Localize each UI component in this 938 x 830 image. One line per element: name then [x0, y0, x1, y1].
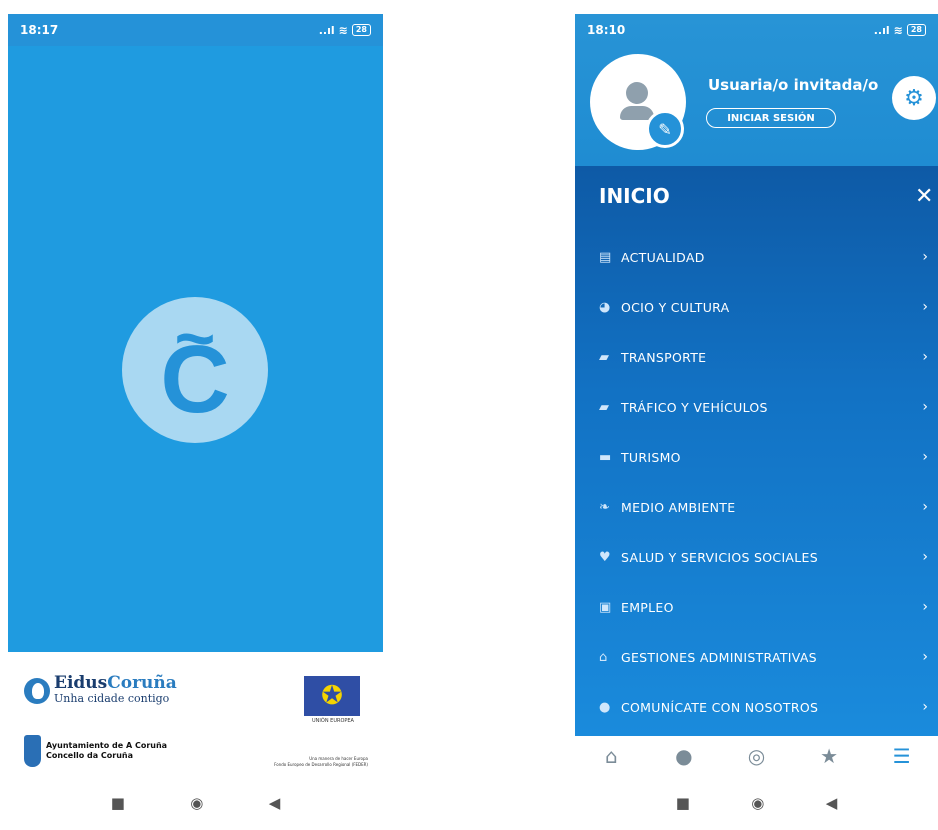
user-icon[interactable]: ● — [664, 744, 704, 768]
heart-hands-icon: ♥ — [599, 549, 611, 565]
signal-icon: ..ıl — [873, 23, 890, 37]
menu-item-label: SALUD Y SERVICIOS SOCIALES — [621, 549, 818, 565]
chevron-right-icon: › — [922, 399, 928, 415]
menu-item-label: COMUNÍCATE CON NOSOTROS — [621, 699, 819, 715]
menu-item-label: EMPLEO — [621, 599, 674, 615]
coat-of-arms-icon — [24, 735, 41, 767]
hamburger-menu-icon[interactable]: ☰ — [882, 744, 922, 768]
chat-bubble-icon: ● — [599, 699, 611, 715]
chevron-right-icon: › — [922, 299, 928, 315]
status-bar: 18:17 ..ıl ≋ 28 — [8, 14, 383, 46]
recents-icon[interactable]: ■ — [676, 794, 690, 812]
menu-title: INICIO — [599, 184, 670, 208]
recents-icon[interactable]: ■ — [111, 794, 125, 812]
star-icon[interactable]: ★ — [809, 744, 849, 768]
back-icon[interactable]: ◀ — [826, 794, 838, 812]
menu-item-label: MEDIO AMBIENTE — [621, 499, 736, 515]
chevron-right-icon: › — [922, 649, 928, 665]
menu-list: ▤ ACTUALIDAD › ◕ OCIO Y CULTURA › ▰ TRAN… — [575, 232, 938, 732]
eidus-tagline: Unha cidade contigo — [54, 692, 170, 705]
menu-item-label: TRÁFICO Y VEHÍCULOS — [621, 399, 768, 415]
status-time: 18:17 — [20, 23, 59, 37]
chevron-right-icon: › — [922, 549, 928, 565]
eu-caption: UNIÓN EUROPEA — [312, 718, 354, 724]
menu-item-label: TURISMO — [621, 449, 681, 465]
menu-item-trafico[interactable]: ▰ TRÁFICO Y VEHÍCULOS › — [575, 382, 938, 432]
status-time: 18:10 — [587, 23, 626, 37]
eu-fund-line2: Fondo Europeo de Desarrollo Regional (FE… — [274, 762, 368, 767]
login-button[interactable]: INICIAR SESIÓN — [706, 108, 836, 128]
eidus-mark-icon — [24, 678, 50, 704]
ayto-line2: Concello da Coruña — [46, 751, 134, 760]
battery-icon: 28 — [351, 24, 371, 36]
menu-item-label: TRANSPORTE — [621, 349, 707, 365]
menu-item-salud[interactable]: ♥ SALUD Y SERVICIOS SOCIALES › — [575, 532, 938, 582]
leaf-icon: ❧ — [599, 499, 610, 515]
wifi-icon: ≋ — [338, 23, 348, 37]
compass-icon[interactable]: ◎ — [736, 744, 776, 768]
chevron-right-icon: › — [922, 699, 928, 715]
gear-icon[interactable]: ⚙ — [892, 76, 936, 120]
signal-icon: ..ıl — [318, 23, 335, 37]
menu-item-comunicate[interactable]: ● COMUNÍCATE CON NOSOTROS › — [575, 682, 938, 732]
logo-letter: C — [160, 326, 230, 433]
home-circle-icon[interactable]: ◉ — [751, 794, 764, 812]
eidus-logo: EidusCoruña Unha cidade contigo — [24, 673, 177, 706]
bus-icon: ▰ — [599, 349, 609, 365]
chevron-right-icon: › — [922, 499, 928, 515]
eidus-name-b: Coruña — [107, 673, 177, 693]
status-bar: 18:10 ..ıl ≋ 28 — [575, 14, 938, 46]
sponsor-footer: EidusCoruña Unha cidade contigo ✪ UNIÓN … — [8, 652, 383, 776]
building-icon: ⌂ — [599, 649, 608, 665]
chevron-right-icon: › — [922, 249, 928, 265]
chevron-right-icon: › — [922, 449, 928, 465]
close-icon[interactable]: ✕ — [915, 184, 933, 209]
menu-item-gestiones[interactable]: ⌂ GESTIONES ADMINISTRATIVAS › — [575, 632, 938, 682]
edit-pencil-icon[interactable]: ✎ — [646, 110, 684, 148]
menu-item-medio-ambiente[interactable]: ❧ MEDIO AMBIENTE › — [575, 482, 938, 532]
menu-item-turismo[interactable]: ▬ TURISMO › — [575, 432, 938, 482]
eu-fund-text: Una manera de hacer Europa Fondo Europeo… — [258, 756, 368, 768]
side-menu: INICIO ✕ ▤ ACTUALIDAD › ◕ OCIO Y CULTURA… — [575, 166, 938, 736]
ayuntamiento-logo: Ayuntamiento de A Coruña Concello da Cor… — [24, 735, 167, 767]
menu-screen: 18:10 ..ıl ≋ 28 ✎ Usuaria/o invitada/o I… — [575, 14, 938, 776]
menu-item-label: ACTUALIDAD — [621, 249, 705, 265]
profile-header: 18:10 ..ıl ≋ 28 ✎ Usuaria/o invitada/o I… — [575, 14, 938, 166]
car-icon: ▰ — [599, 399, 609, 415]
home-icon[interactable]: ⌂ — [591, 744, 631, 768]
menu-item-ocio-cultura[interactable]: ◕ OCIO Y CULTURA › — [575, 282, 938, 332]
menu-item-actualidad[interactable]: ▤ ACTUALIDAD › — [575, 232, 938, 282]
splash-screen: 18:17 ..ıl ≋ 28 ~ C EidusCoruña Unha cid… — [8, 14, 383, 776]
menu-item-empleo[interactable]: ▣ EMPLEO › — [575, 582, 938, 632]
chevron-right-icon: › — [922, 349, 928, 365]
chevron-right-icon: › — [922, 599, 928, 615]
wifi-icon: ≋ — [893, 23, 903, 37]
eu-flag-icon: ✪ — [304, 676, 360, 716]
back-icon[interactable]: ◀ — [269, 794, 281, 812]
splash-background: ~ C — [8, 46, 383, 652]
eidus-name-a: Eidus — [54, 673, 108, 693]
flag-icon: ▬ — [599, 449, 612, 465]
system-nav-right: ■ ◉ ◀ — [575, 776, 938, 830]
theater-mask-icon: ◕ — [599, 299, 611, 315]
menu-item-transporte[interactable]: ▰ TRANSPORTE › — [575, 332, 938, 382]
menu-item-label: GESTIONES ADMINISTRATIVAS — [621, 649, 817, 665]
ayto-line1: Ayuntamiento de A Coruña — [46, 741, 168, 750]
home-circle-icon[interactable]: ◉ — [190, 794, 203, 812]
battery-icon: 28 — [906, 24, 926, 36]
news-icon: ▤ — [599, 249, 612, 265]
person-icon — [626, 82, 648, 104]
briefcase-icon: ▣ — [599, 599, 612, 615]
user-name: Usuaria/o invitada/o — [708, 76, 879, 94]
system-nav-left: ■ ◉ ◀ — [8, 776, 383, 830]
menu-item-label: OCIO Y CULTURA — [621, 299, 730, 315]
bottom-tab-bar: ⌂ ● ◎ ★ ☰ — [575, 736, 938, 776]
app-logo-icon: ~ C — [122, 297, 268, 443]
